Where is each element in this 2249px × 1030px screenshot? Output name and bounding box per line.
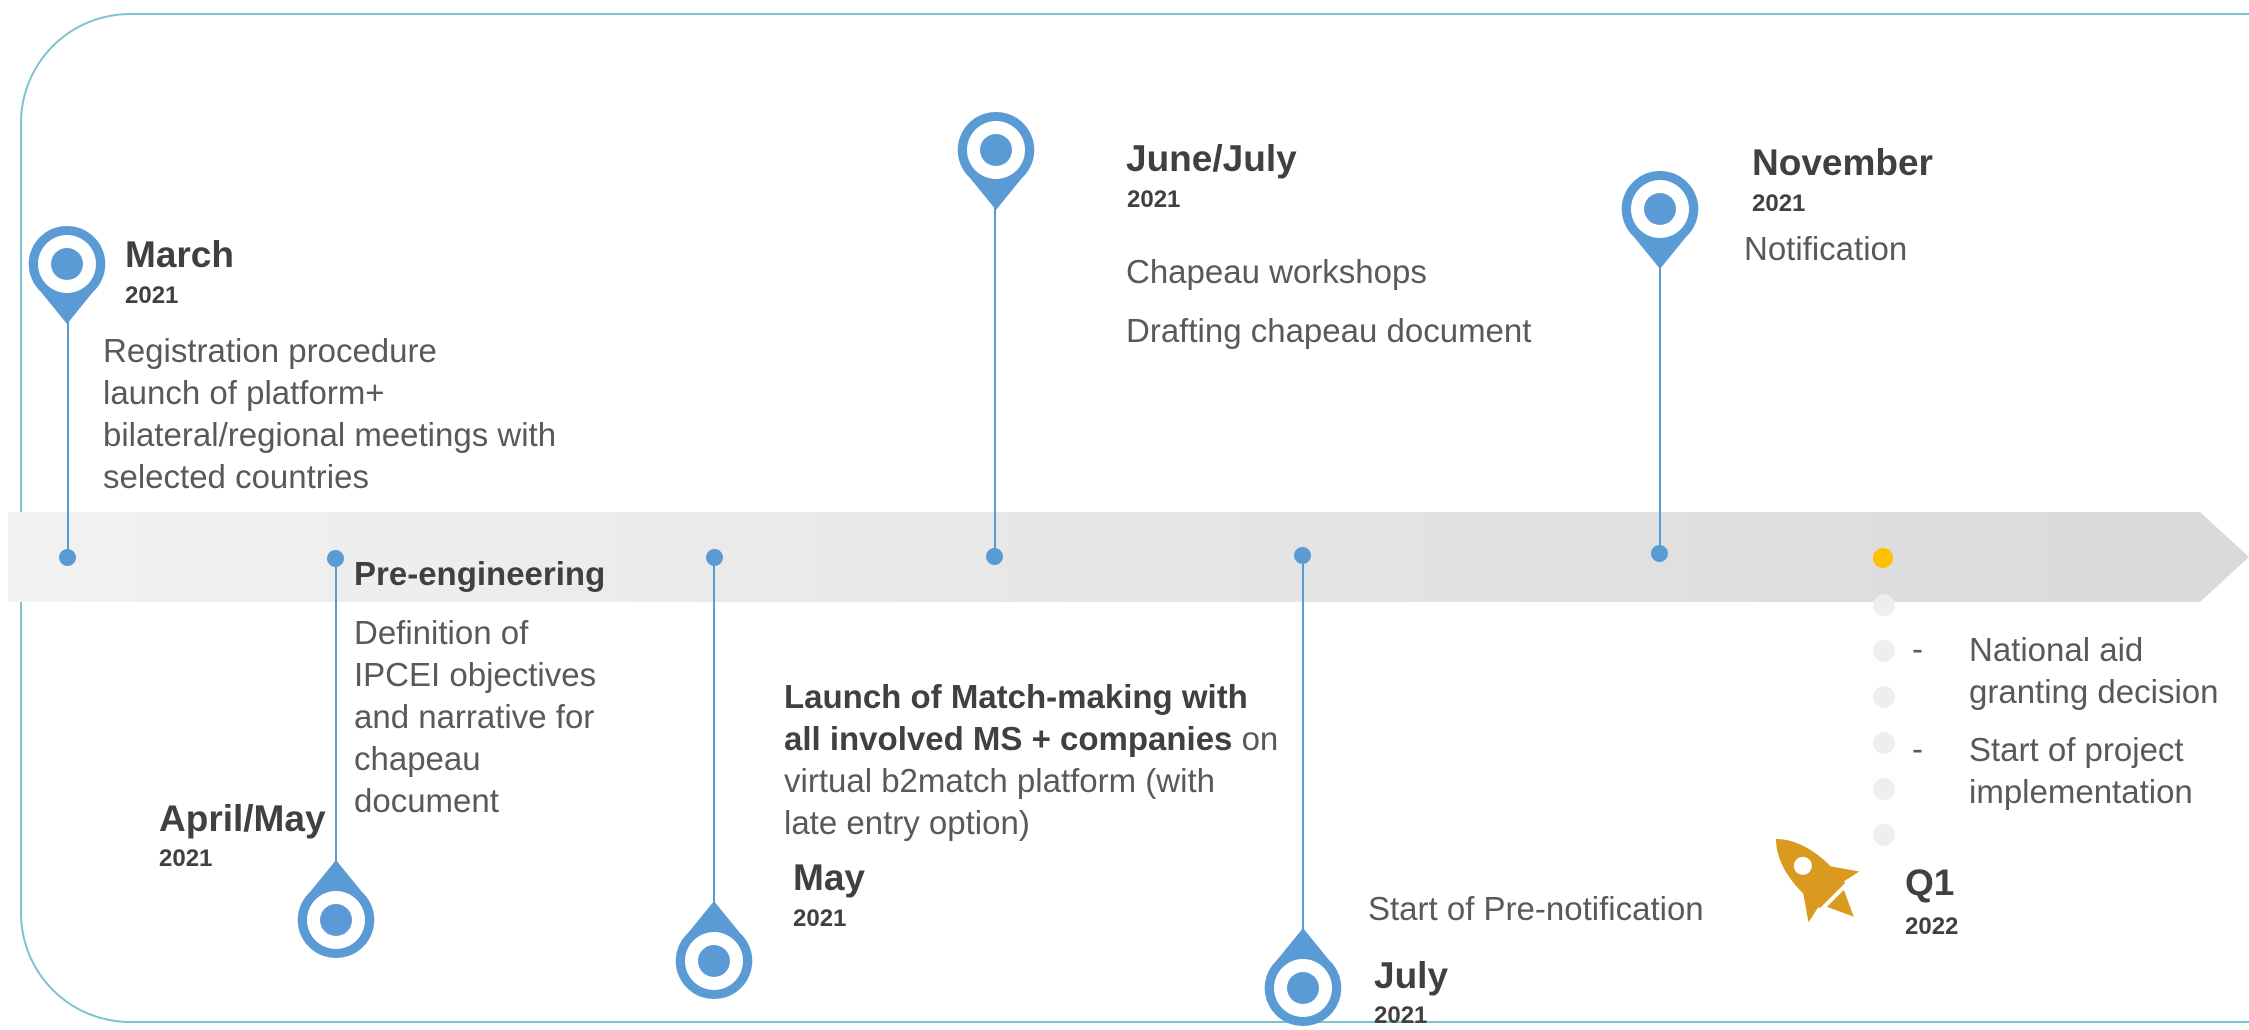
timeline-dot-q1 bbox=[1873, 548, 1893, 568]
milestone-march-month: March bbox=[125, 234, 234, 275]
milestone-q1-year: 2022 bbox=[1905, 913, 1959, 940]
stem-march bbox=[67, 300, 69, 556]
milestone-q1-label: Q1 bbox=[1905, 862, 1955, 903]
milestone-june-july-year: 2021 bbox=[1127, 186, 1181, 213]
timeline-dot-july bbox=[1294, 547, 1311, 564]
q1-decor-dot bbox=[1873, 778, 1895, 800]
timeline-dot-may bbox=[706, 549, 723, 566]
map-pin-icon bbox=[1621, 170, 1699, 269]
map-pin-icon bbox=[297, 860, 375, 959]
milestone-november-month: November bbox=[1752, 142, 1933, 183]
map-pin-icon bbox=[957, 111, 1035, 210]
rocket-icon bbox=[1775, 838, 1860, 923]
q1-decor-dot bbox=[1873, 640, 1895, 662]
q1-decor-dot bbox=[1873, 686, 1895, 708]
milestone-april-may-heading: Pre-engineering bbox=[354, 555, 606, 592]
q1-bullet-dash: - bbox=[1912, 630, 1923, 667]
milestone-july-year: 2021 bbox=[1374, 1002, 1428, 1029]
milestone-may-year: 2021 bbox=[793, 905, 847, 932]
timeline-dot-november bbox=[1651, 545, 1668, 562]
stem-july bbox=[1302, 555, 1304, 935]
milestone-july-month: July bbox=[1374, 955, 1449, 996]
milestone-april-may-month: April/May bbox=[159, 798, 326, 839]
timeline-dot-march bbox=[59, 549, 76, 566]
stem-june-july bbox=[994, 190, 996, 556]
milestone-november-text: Notification bbox=[1744, 230, 1908, 267]
map-pin-icon bbox=[28, 225, 106, 324]
timeline-dot-june-july bbox=[986, 548, 1003, 565]
q1-decor-dot bbox=[1873, 732, 1895, 754]
milestone-april-may-year: 2021 bbox=[159, 845, 213, 872]
milestone-march-year: 2021 bbox=[125, 282, 179, 309]
milestone-june-july-line-1: Chapeau workshops bbox=[1126, 253, 1427, 290]
milestone-july-text: Start of Pre-notification bbox=[1368, 890, 1704, 927]
q1-bullet-2: Start of project implementation bbox=[1969, 731, 2193, 810]
milestone-june-july-month: June/July bbox=[1126, 138, 1297, 179]
milestone-april-may-text: Definition of IPCEI objectives and narra… bbox=[354, 614, 597, 819]
q1-bullet-dash: - bbox=[1912, 730, 1923, 767]
map-pin-icon bbox=[1264, 928, 1342, 1027]
milestone-june-july-line-2: Drafting chapeau document bbox=[1126, 312, 1532, 349]
milestone-november-year: 2021 bbox=[1752, 190, 1806, 217]
q1-decor-dot bbox=[1873, 594, 1895, 616]
q1-bullet-1: National aid granting decision bbox=[1969, 631, 2219, 710]
stem-november bbox=[1659, 255, 1661, 553]
map-pin-icon bbox=[675, 901, 753, 1000]
stem-may bbox=[713, 557, 715, 907]
timeline-dot-april-may bbox=[327, 550, 344, 567]
stem-april-may bbox=[335, 558, 337, 868]
milestone-may-text: Launch of Match-making with all involved… bbox=[784, 678, 1279, 841]
milestone-may-month: May bbox=[793, 857, 865, 898]
milestone-march-text: Registration procedure launch of platfor… bbox=[103, 332, 557, 495]
